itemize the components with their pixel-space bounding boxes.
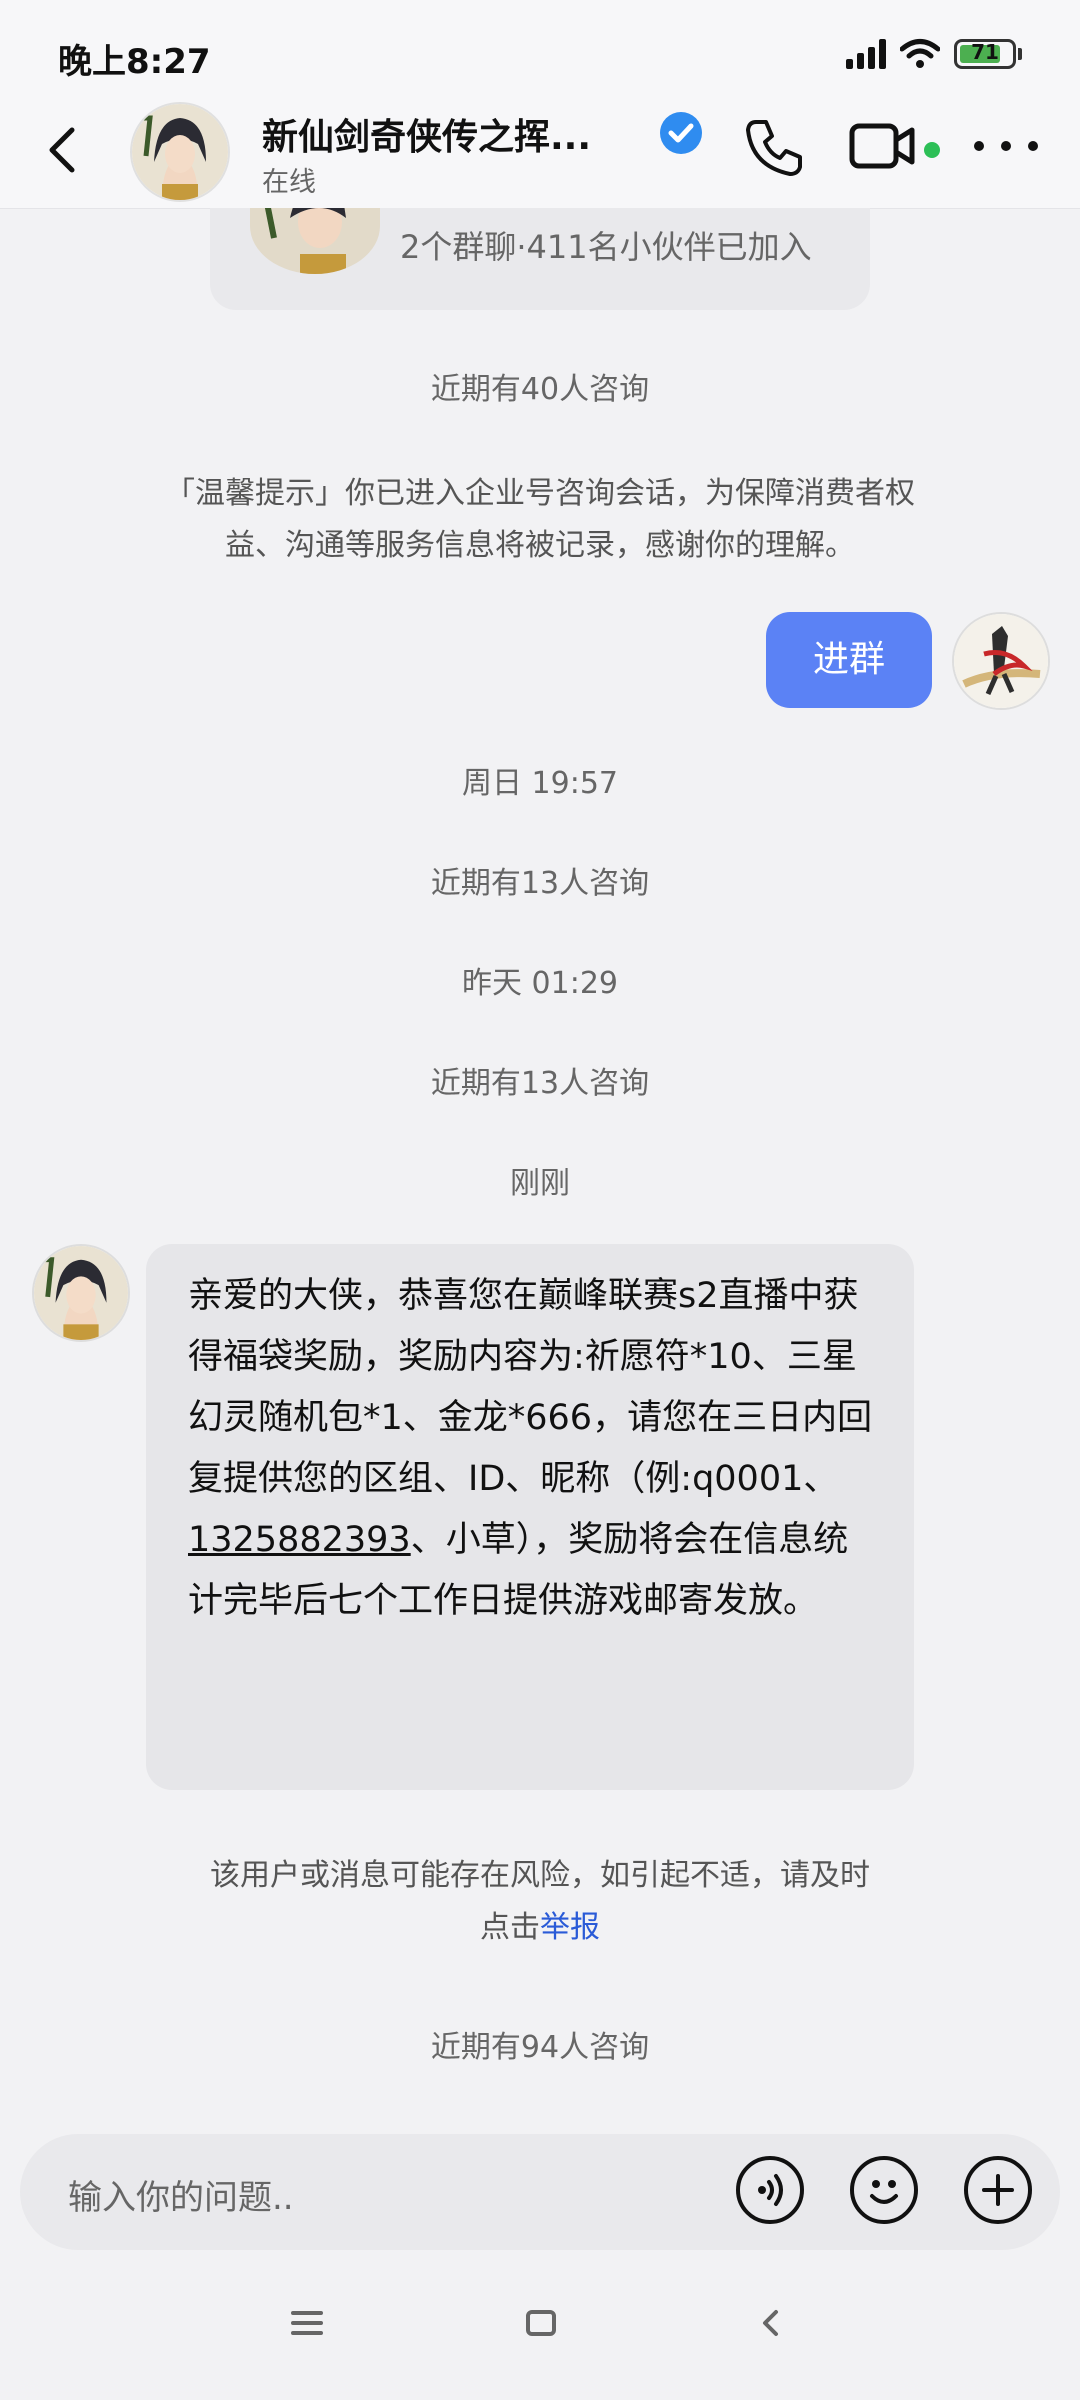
bot-message-text: 亲爱的大侠，恭喜您在巅峰联赛s2直播中获得福袋奖励，奖励内容为:祈愿符*10、三… bbox=[188, 1266, 874, 1632]
timestamp: 周日 19:57 bbox=[462, 766, 618, 801]
message-input[interactable]: 输入你的问题.. bbox=[68, 2170, 294, 2219]
more-icon[interactable] bbox=[974, 128, 1038, 164]
plus-icon[interactable] bbox=[964, 2156, 1032, 2224]
battery-level: 71 bbox=[971, 40, 999, 64]
system-nav-bar bbox=[0, 2270, 1080, 2400]
voice-icon[interactable] bbox=[736, 2156, 804, 2224]
wifi-icon bbox=[900, 39, 940, 68]
nav-home-icon[interactable] bbox=[524, 2306, 558, 2340]
message-input-bar: 输入你的问题.. bbox=[20, 2134, 1060, 2250]
contact-avatar[interactable] bbox=[130, 102, 230, 202]
consult-count: 近期有13人咨询 bbox=[430, 1066, 650, 1101]
group-card-text: 2个群聊·411名小伙伴已加入 bbox=[400, 228, 812, 266]
consult-count: 近期有13人咨询 bbox=[430, 866, 650, 901]
verified-icon bbox=[660, 112, 702, 154]
status-time: 晚上8:27 bbox=[58, 42, 211, 82]
my-avatar[interactable] bbox=[952, 612, 1050, 710]
nav-menu-icon[interactable] bbox=[290, 2308, 324, 2338]
nav-back-icon[interactable] bbox=[756, 2306, 786, 2340]
my-message-bubble[interactable]: 进群 bbox=[766, 612, 932, 708]
signal-icon bbox=[846, 39, 886, 69]
online-status: 在线 bbox=[262, 167, 316, 198]
emoji-icon[interactable] bbox=[850, 2156, 918, 2224]
online-indicator bbox=[924, 142, 940, 158]
notice-text: 「温馨提示」你已进入企业号咨询会话，为保障消费者权益、沟通等服务信息将被记录，感… bbox=[165, 476, 915, 563]
battery-icon: 71 bbox=[954, 39, 1016, 69]
phone-number-link[interactable]: 1325882393 bbox=[188, 1520, 411, 1560]
consult-count: 近期有94人咨询 bbox=[430, 2030, 650, 2065]
contact-avatar[interactable] bbox=[32, 1244, 130, 1342]
phone-icon[interactable] bbox=[742, 114, 808, 180]
video-icon[interactable] bbox=[848, 118, 918, 174]
chat-title: 新仙剑奇侠传之挥... bbox=[262, 117, 592, 158]
timestamp: 昨天 01:29 bbox=[462, 966, 618, 1001]
bot-message-bubble[interactable]: 亲爱的大侠，恭喜您在巅峰联赛s2直播中获得福袋奖励，奖励内容为:祈愿符*10、三… bbox=[146, 1244, 914, 1790]
report-link[interactable]: 举报 bbox=[540, 1910, 600, 1945]
timestamp: 刚刚 bbox=[510, 1166, 570, 1201]
back-icon[interactable] bbox=[38, 120, 88, 180]
risk-warning: 该用户或消息可能存在风险，如引起不适，请及时点击举报 bbox=[200, 1850, 880, 1954]
group-avatar bbox=[250, 208, 380, 274]
chat-header: 新仙剑奇侠传之挥... 在线 bbox=[0, 90, 1080, 209]
status-icons: 71 bbox=[846, 34, 1022, 74]
group-card[interactable]: 2个群聊·411名小伙伴已加入 bbox=[210, 208, 870, 310]
bot-message-part: 亲爱的大侠，恭喜您在巅峰联赛s2直播中获得福袋奖励，奖励内容为:祈愿符*10、三… bbox=[188, 1276, 873, 1499]
consult-count: 近期有40人咨询 bbox=[430, 372, 650, 407]
